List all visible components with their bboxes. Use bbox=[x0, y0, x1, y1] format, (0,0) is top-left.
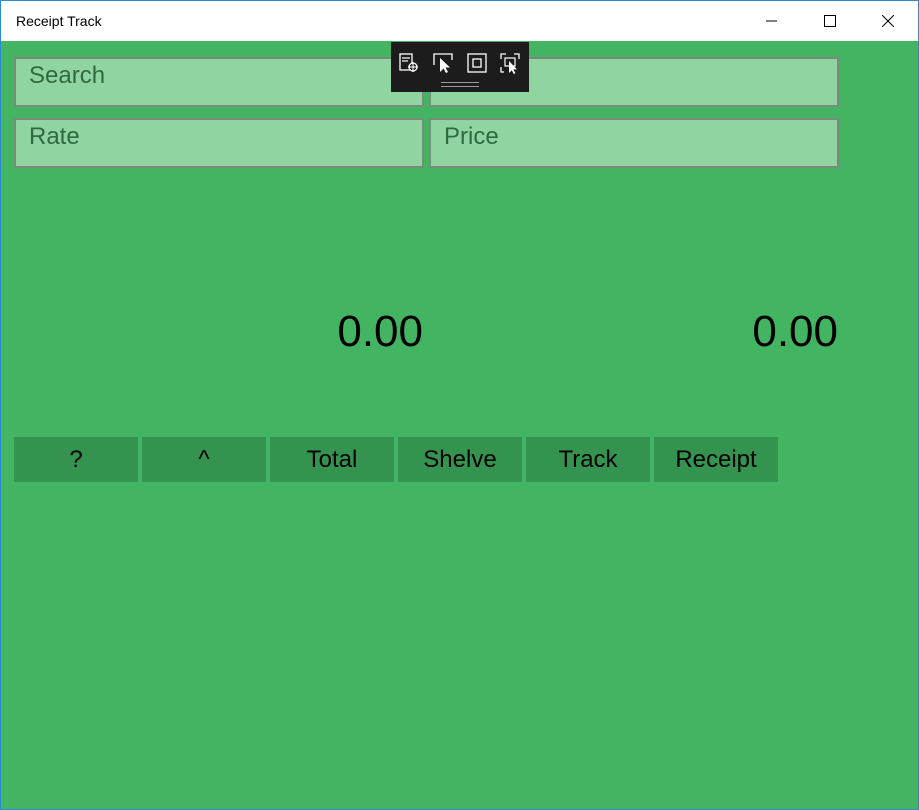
minimize-icon bbox=[766, 20, 777, 22]
up-button[interactable]: ^ bbox=[142, 437, 266, 482]
maximize-button[interactable] bbox=[801, 1, 859, 41]
app-window: Receipt Track 0.00 0.00 ? bbox=[0, 0, 919, 810]
debug-toolbar[interactable] bbox=[391, 42, 529, 92]
toolbar-drag-handle[interactable] bbox=[441, 82, 479, 87]
app-title: Receipt Track bbox=[16, 13, 102, 29]
receipt-button[interactable]: Receipt bbox=[654, 437, 778, 482]
track-focus-icon[interactable] bbox=[498, 51, 522, 75]
select-element-icon[interactable] bbox=[431, 51, 455, 75]
right-value-display: 0.00 bbox=[752, 307, 838, 356]
search-field[interactable] bbox=[14, 57, 424, 107]
maximize-icon bbox=[824, 15, 836, 27]
total-button[interactable]: Total bbox=[270, 437, 394, 482]
rate-field[interactable] bbox=[14, 118, 424, 168]
left-value-display: 0.00 bbox=[337, 307, 423, 356]
help-button[interactable]: ? bbox=[14, 437, 138, 482]
minimize-button[interactable] bbox=[743, 1, 801, 41]
display-layout-adorners-icon[interactable] bbox=[465, 51, 489, 75]
shelve-button[interactable]: Shelve bbox=[398, 437, 522, 482]
track-button[interactable]: Track bbox=[526, 437, 650, 482]
title-bar[interactable]: Receipt Track bbox=[1, 1, 918, 41]
search-input[interactable] bbox=[16, 59, 422, 105]
price-field[interactable] bbox=[429, 118, 839, 168]
price-input[interactable] bbox=[431, 120, 837, 166]
live-visual-tree-icon[interactable] bbox=[397, 51, 421, 75]
rate-input[interactable] bbox=[16, 120, 422, 166]
close-icon bbox=[882, 15, 894, 27]
close-button[interactable] bbox=[859, 1, 917, 41]
